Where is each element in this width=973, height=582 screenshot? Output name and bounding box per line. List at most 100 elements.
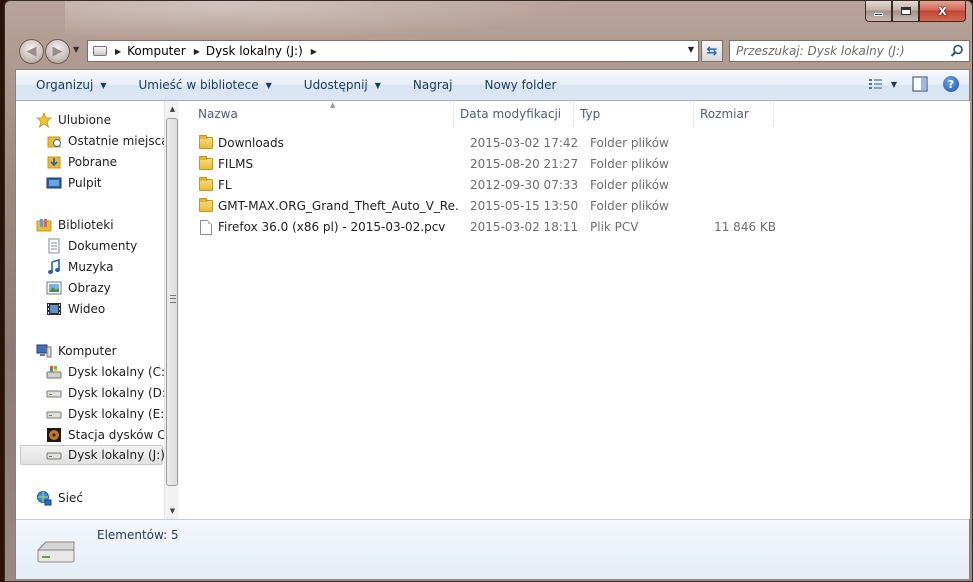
file-row-downloads[interactable]: Downloads 2015-03-02 17:42 Folder plików bbox=[180, 133, 970, 154]
sidebar-item-video[interactable]: Wideo bbox=[46, 299, 105, 319]
scroll-down-icon[interactable]: ▼ bbox=[165, 503, 180, 519]
sidebar-item-label: Wideo bbox=[68, 302, 106, 316]
new-folder-button[interactable]: Nowy folder bbox=[469, 70, 573, 101]
sidebar-item-label: Dokumenty bbox=[68, 239, 138, 253]
sidebar-favorites-label: Ulubione bbox=[58, 113, 112, 127]
column-header-name[interactable]: Nazwa bbox=[192, 101, 454, 127]
share-menu[interactable]: Udostępnij ▼ bbox=[288, 70, 397, 101]
column-header-size[interactable]: Rozmiar bbox=[694, 101, 774, 127]
sidebar-item-label: Ostatnie miejsca bbox=[68, 134, 164, 148]
sidebar-item-label: Obrazy bbox=[68, 281, 111, 295]
sidebar-libraries[interactable]: Biblioteki bbox=[36, 215, 114, 235]
navigation-pane: Ulubione Ostatnie miejsca Pobrane Pulpit… bbox=[16, 101, 164, 519]
maximize-button[interactable] bbox=[892, 1, 919, 22]
file-size: 11 846 KB bbox=[714, 220, 776, 234]
sidebar-item-recent-places[interactable]: Ostatnie miejsca bbox=[46, 131, 164, 151]
close-button[interactable]: X bbox=[919, 1, 966, 22]
file-name: Firefox 36.0 (x86 pl) - 2015-03-02.pcv bbox=[218, 220, 446, 234]
drive-icon bbox=[46, 390, 62, 398]
caption-buttons: X bbox=[865, 1, 966, 22]
forward-button[interactable]: ▶ bbox=[45, 39, 70, 64]
back-arrow-icon: ◀ bbox=[26, 44, 37, 59]
sidebar-item-cd-drive[interactable]: Stacja dysków CD bbox=[46, 425, 164, 445]
breadcrumb-drive-j[interactable]: Dysk lokalny (J:) bbox=[206, 44, 303, 58]
organize-menu[interactable]: Organizuj ▼ bbox=[16, 70, 122, 101]
command-bar: Organizuj ▼ Umieść w bibliotece ▼ Udostę… bbox=[16, 70, 969, 101]
file-type: Plik PCV bbox=[590, 220, 639, 234]
sidebar-item-pictures[interactable]: Obrazy bbox=[46, 278, 111, 298]
breadcrumb-separator-icon[interactable]: ▶ bbox=[194, 47, 200, 56]
downloads-icon bbox=[47, 156, 61, 169]
item-count: Elementów: 5 bbox=[97, 528, 179, 542]
file-modified: 2015-08-20 21:27 bbox=[470, 157, 579, 171]
share-label: Udostępnij bbox=[303, 78, 368, 92]
drive-icon bbox=[36, 541, 75, 563]
file-type: Folder plików bbox=[590, 157, 669, 171]
preview-pane-icon[interactable] bbox=[911, 75, 929, 93]
navigation-bar: ◀ ▶ ▼ ▶ Komputer ▶ Dysk lokalny (J:) ▶ ▼… bbox=[15, 37, 970, 65]
new-folder-label: Nowy folder bbox=[484, 78, 557, 92]
file-name: GMT-MAX.ORG_Grand_Theft_Auto_V_Re... bbox=[218, 199, 458, 213]
sidebar-computer[interactable]: Komputer bbox=[36, 341, 117, 361]
breadcrumb-separator-icon[interactable]: ▶ bbox=[311, 47, 317, 56]
scrollbar-thumb[interactable] bbox=[166, 118, 178, 486]
refresh-button[interactable]: ⇆ bbox=[701, 40, 723, 62]
sidebar-network[interactable]: Sieć bbox=[36, 488, 83, 508]
file-row-fl[interactable]: FL 2012-09-30 07:33 Folder plików bbox=[180, 175, 970, 196]
sidebar-item-documents[interactable]: Dokumenty bbox=[46, 236, 137, 256]
address-dropdown-icon[interactable]: ▼ bbox=[688, 45, 694, 54]
sidebar-item-drive-e[interactable]: Dysk lokalny (E:) bbox=[46, 404, 164, 424]
recent-locations-dropdown[interactable]: ▼ bbox=[73, 45, 79, 54]
desktop-icon bbox=[46, 177, 62, 189]
scroll-up-icon[interactable]: ▲ bbox=[165, 101, 180, 117]
sidebar-item-drive-d[interactable]: Dysk lokalny (D:) bbox=[46, 383, 164, 403]
file-name: FL bbox=[218, 178, 232, 192]
file-icon bbox=[199, 220, 215, 235]
computer-icon bbox=[93, 46, 107, 56]
view-options-icon[interactable] bbox=[867, 75, 885, 93]
navigation-pane-scrollbar[interactable]: ▲ ▼ bbox=[164, 101, 179, 519]
address-bar[interactable]: ▶ Komputer ▶ Dysk lokalny (J:) ▶ ▼ bbox=[87, 40, 699, 62]
sidebar-item-label: Dysk lokalny (E:) bbox=[68, 407, 164, 421]
refresh-icon: ⇆ bbox=[706, 43, 718, 59]
file-modified: 2012-09-30 07:33 bbox=[470, 178, 579, 192]
sidebar-item-drive-j[interactable]: Dysk lokalny (J:) bbox=[20, 445, 164, 465]
sidebar-item-drive-c[interactable]: Dysk lokalny (C:) bbox=[46, 362, 164, 382]
breadcrumb-computer[interactable]: Komputer bbox=[127, 44, 186, 58]
file-type: Folder plików bbox=[590, 178, 669, 192]
music-icon bbox=[48, 259, 60, 274]
search-icon[interactable] bbox=[950, 44, 964, 58]
star-icon bbox=[36, 112, 52, 128]
search-box[interactable] bbox=[729, 40, 970, 62]
column-header-type[interactable]: Typ bbox=[574, 101, 694, 127]
sidebar-favorites[interactable]: Ulubione bbox=[36, 110, 111, 130]
include-in-library-menu[interactable]: Umieść w bibliotece ▼ bbox=[122, 70, 287, 101]
file-row-gta-v[interactable]: GMT-MAX.ORG_Grand_Theft_Auto_V_Re... 201… bbox=[180, 196, 970, 217]
sidebar-item-downloads[interactable]: Pobrane bbox=[46, 152, 117, 172]
drive-icon bbox=[46, 411, 62, 419]
file-modified: 2015-03-02 18:11 bbox=[470, 220, 579, 234]
sidebar-item-label: Pobrane bbox=[68, 155, 118, 169]
folder-icon bbox=[199, 156, 215, 171]
minimize-button[interactable] bbox=[865, 1, 892, 22]
sidebar-item-desktop[interactable]: Pulpit bbox=[46, 173, 102, 193]
file-type: Folder plików bbox=[590, 136, 669, 150]
back-button[interactable]: ◀ bbox=[19, 39, 44, 64]
sidebar-item-label: Dysk lokalny (C:) bbox=[68, 365, 164, 379]
burn-button[interactable]: Nagraj bbox=[397, 70, 469, 101]
sidebar-item-label: Dysk lokalny (J:) bbox=[68, 448, 164, 462]
file-row-films[interactable]: FILMS 2015-08-20 21:27 Folder plików bbox=[180, 154, 970, 175]
sidebar-item-music[interactable]: Muzyka bbox=[46, 257, 113, 277]
drive-icon bbox=[46, 452, 62, 460]
help-icon[interactable]: ? bbox=[943, 76, 959, 92]
cd-drive-icon bbox=[47, 428, 61, 442]
computer-icon bbox=[36, 344, 52, 358]
view-dropdown-icon[interactable]: ▼ bbox=[891, 80, 897, 89]
column-header-modified[interactable]: Data modyfikacji bbox=[454, 101, 574, 127]
explorer-content: Organizuj ▼ Umieść w bibliotece ▼ Udostę… bbox=[15, 69, 970, 579]
breadcrumb-separator-icon[interactable]: ▶ bbox=[115, 47, 121, 56]
search-input[interactable] bbox=[736, 44, 946, 58]
sidebar-computer-label: Komputer bbox=[58, 344, 117, 358]
file-modified: 2015-05-15 13:50 bbox=[470, 199, 579, 213]
file-row-firefox-pcv[interactable]: Firefox 36.0 (x86 pl) - 2015-03-02.pcv 2… bbox=[180, 217, 970, 238]
